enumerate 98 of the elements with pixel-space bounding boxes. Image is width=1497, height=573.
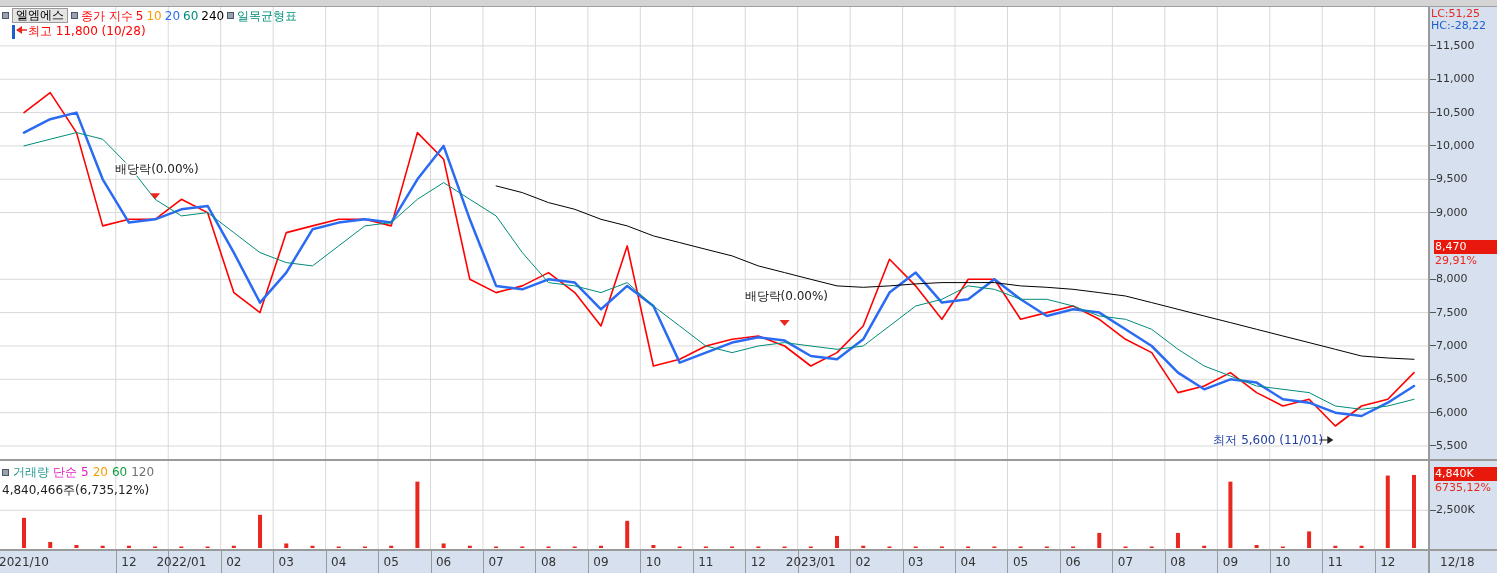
date-tick-label: 03 [278, 554, 294, 571]
date-tick-label: 07 [488, 554, 504, 571]
legend-square-icon [2, 468, 9, 476]
price-tick-label: 11,500 [1436, 37, 1475, 54]
date-tick-label: 07 [1117, 554, 1134, 571]
volume-bar [1307, 531, 1312, 548]
date-tick-label: 08 [540, 554, 557, 571]
high-price-label: 최고 11,800 (10/28) [28, 24, 146, 38]
date-tick-label: 02 [855, 554, 871, 571]
current-price-tag: 8,470 [1434, 240, 1497, 254]
volume-bar [310, 545, 315, 548]
overlay-label: 일목균형표 [237, 8, 298, 23]
date-tick-label: 05 [1012, 554, 1029, 571]
date-tick-label: 10 [645, 554, 662, 571]
volume-bar [1202, 545, 1207, 548]
volume-label: 거래량 [13, 464, 49, 481]
ma-period-label: 5 [81, 464, 89, 481]
date-tick-label: 04 [331, 554, 347, 571]
volume-bar [1228, 481, 1233, 548]
ma-period-label: 20 [92, 464, 108, 481]
volume-bar [1254, 545, 1259, 548]
ma-period-label: 20 [164, 8, 181, 23]
ma-period-label: 60 [111, 464, 128, 481]
date-tick-label: 12 [750, 554, 766, 571]
legend-square-icon [2, 12, 9, 19]
date-tick-label: 11 [698, 554, 714, 571]
volume-tick-label: 2,500K [1436, 502, 1475, 519]
volume-summary: 4,840,466주(6,735,12%) [2, 482, 151, 499]
volume-bar [415, 481, 420, 548]
current-volume-tag: 4,840K [1434, 467, 1497, 481]
volume-bar [1333, 545, 1338, 548]
price-tick-label: 6,500 [1436, 371, 1468, 388]
volume-bar [74, 545, 79, 548]
high-marker-icon [12, 25, 15, 39]
price-tick-label: 5,500 [1436, 438, 1468, 454]
cursor-date-label: 12/18 [1440, 554, 1475, 571]
volume-bar [22, 517, 26, 548]
date-tick-label: 08 [1170, 554, 1186, 571]
volume-bar [126, 545, 131, 548]
price-tick-label: 8,000 [1436, 271, 1468, 288]
volume-bar [231, 545, 236, 548]
date-tick-label: 2023/01 [785, 554, 836, 571]
date-tick-label: 02 [226, 554, 242, 571]
volume-bar [284, 543, 289, 548]
price-tick-label: 10,500 [1436, 104, 1475, 121]
ma-period-label: 10 [146, 8, 162, 23]
volume-bar [389, 545, 394, 548]
date-tick-label: 10 [1275, 554, 1291, 571]
stock-name-button[interactable]: 엘엠에스 [12, 8, 68, 23]
volume-bar [441, 543, 446, 548]
date-tick-label: 06 [1065, 554, 1081, 571]
date-tick-label: 04 [960, 554, 976, 571]
ma-period-label: 120 [131, 464, 155, 481]
date-tick-label: 12 [121, 554, 137, 571]
price-tick-label: 11,000 [1436, 71, 1475, 88]
price-tick-label: 9,000 [1436, 204, 1468, 221]
legend-square-icon [227, 12, 235, 19]
ma-period-label: 240 [201, 8, 225, 23]
lc-value: LC:51,25 [1431, 6, 1480, 21]
event-label: 배당락(0.00%) [744, 288, 829, 303]
date-tick-label: 05 [383, 554, 399, 571]
change-rate-label: 29,91% [1435, 254, 1477, 267]
volume-bar [861, 545, 866, 548]
price-tick-label: 10,000 [1436, 137, 1475, 154]
date-tick-label: 11 [1327, 554, 1343, 571]
ma-period-label: 5 [135, 8, 144, 23]
date-tick-label: 2022/01 [156, 554, 207, 571]
date-tick-label: 12 [1380, 554, 1396, 571]
volume-bar [100, 545, 105, 548]
volume-bar [1359, 545, 1364, 548]
price-tick-label: 7,000 [1436, 337, 1468, 354]
volume-bar [625, 520, 630, 548]
date-tick-label: 09 [593, 554, 609, 571]
volume-bar [1175, 532, 1180, 548]
price-tick-label: 6,000 [1436, 404, 1468, 421]
legend-square-icon [71, 12, 78, 19]
date-tick-label: 03 [908, 554, 924, 571]
volume-bar [258, 514, 263, 548]
price-tick-label: 9,500 [1436, 171, 1468, 188]
hc-value: HC:-28,22 [1431, 18, 1487, 34]
arrow-icon [16, 26, 28, 34]
date-tick-label: 06 [435, 554, 452, 571]
event-marker-icon [150, 193, 161, 200]
ma-type-label: 단순 [53, 464, 77, 481]
indicator-label: 종가 지수 [81, 8, 133, 23]
date-tick-label: 2021/10 [0, 554, 49, 571]
ma-period-label: 60 [183, 8, 199, 23]
date-tick-label: 09 [1222, 554, 1239, 571]
volume-bar [835, 535, 839, 548]
volume-bar [599, 545, 603, 548]
volume-bar [1097, 532, 1102, 548]
volume-bar [467, 545, 472, 548]
volume-bar [651, 545, 656, 548]
price-tick-label: 7,500 [1436, 304, 1468, 321]
volume-bar [48, 541, 53, 548]
low-price-label: 최저 5,600 (11/01) [1213, 433, 1324, 447]
volume-ratio-label: 6735,12% [1435, 481, 1491, 494]
event-marker-icon [779, 319, 790, 326]
